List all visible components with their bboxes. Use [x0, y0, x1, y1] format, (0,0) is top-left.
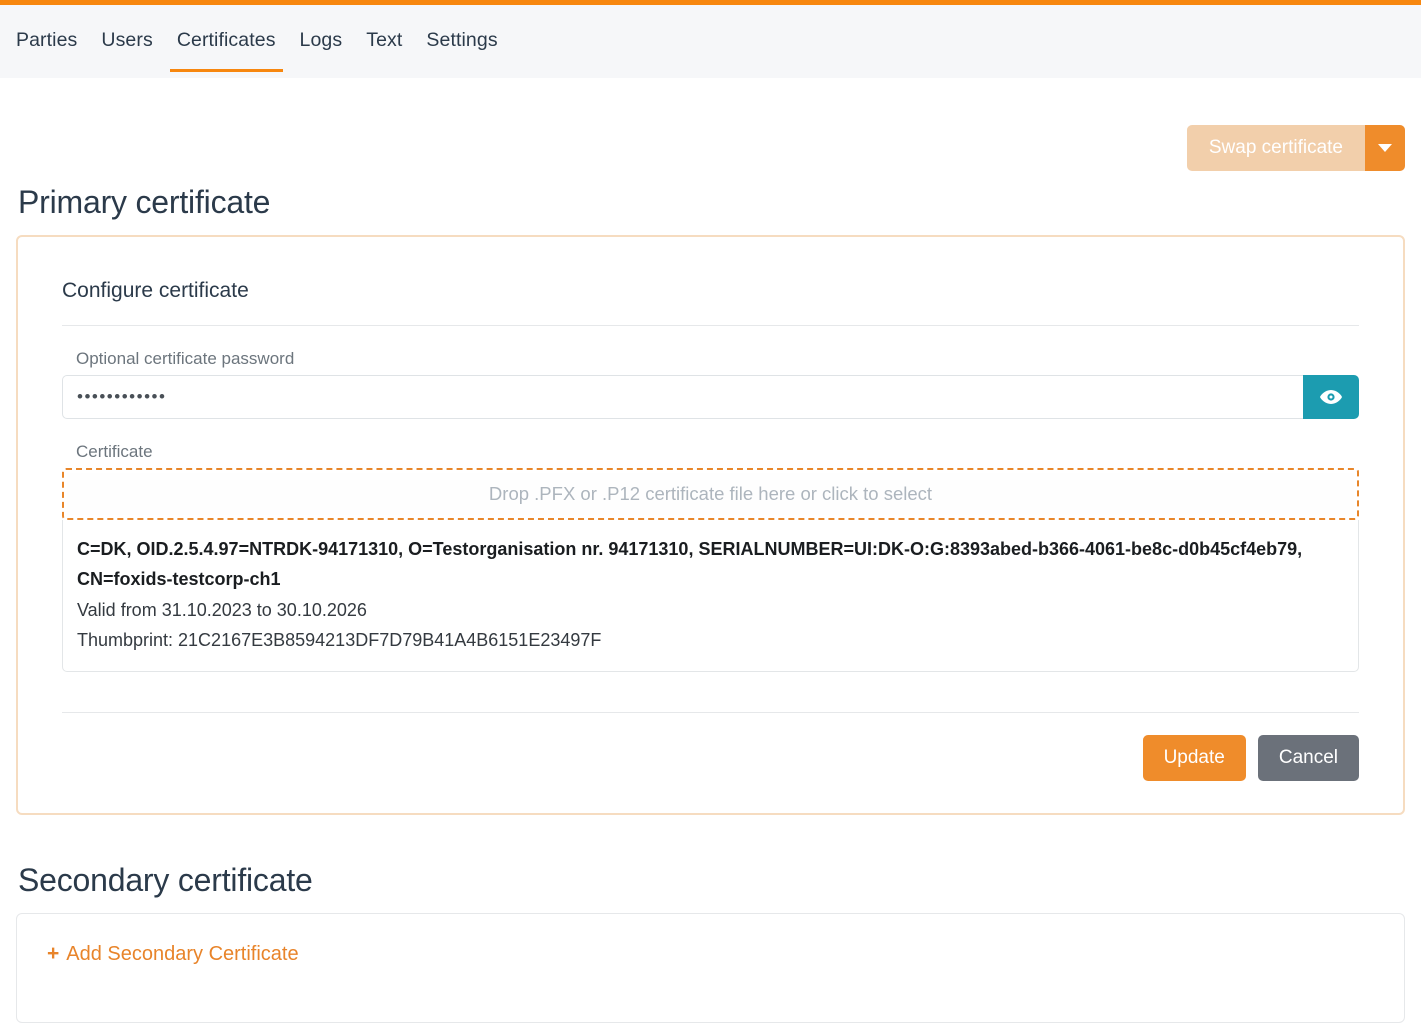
nav-link-text[interactable]: Text: [366, 27, 402, 53]
primary-certificate-card: Configure certificate Optional certifica…: [16, 235, 1405, 815]
nav-link-settings[interactable]: Settings: [426, 27, 497, 53]
nav-item-certificates[interactable]: Certificates: [165, 5, 288, 78]
cancel-button[interactable]: Cancel: [1258, 735, 1359, 781]
toggle-password-visibility-button[interactable]: [1303, 375, 1359, 419]
certificate-thumbprint: Thumbprint: 21C2167E3B8594213DF7D79B41A4…: [77, 625, 1344, 655]
main-navigation: Parties Users Certificates Logs Text Set…: [0, 0, 1421, 78]
nav-list: Parties Users Certificates Logs Text Set…: [0, 5, 510, 78]
nav-item-logs[interactable]: Logs: [288, 5, 355, 78]
nav-link-users[interactable]: Users: [101, 27, 152, 53]
password-label: Optional certificate password: [76, 349, 1359, 369]
chevron-down-icon: [1378, 144, 1392, 152]
certificate-dropzone-inner: Drop .PFX or .P12 certificate file here …: [67, 473, 1354, 515]
swap-certificate-toolbar: Swap certificate: [16, 78, 1405, 171]
swap-certificate-button[interactable]: Swap certificate: [1187, 125, 1365, 171]
divider-top: [62, 325, 1359, 326]
certificate-dropzone-text: Drop .PFX or .P12 certificate file here …: [489, 483, 932, 505]
nav-link-logs[interactable]: Logs: [300, 27, 343, 53]
certificate-info-box: C=DK, OID.2.5.4.97=NTRDK-94171310, O=Tes…: [62, 520, 1359, 672]
nav-item-parties[interactable]: Parties: [4, 5, 89, 78]
certificate-password-input[interactable]: [62, 375, 1303, 419]
configure-certificate-title: Configure certificate: [62, 237, 1359, 303]
plus-icon: +: [47, 943, 59, 964]
nav-item-settings[interactable]: Settings: [414, 5, 509, 78]
certificate-dropzone[interactable]: Drop .PFX or .P12 certificate file here …: [62, 468, 1359, 520]
swap-certificate-button-group: Swap certificate: [1187, 125, 1405, 171]
certificate-validity: Valid from 31.10.2023 to 30.10.2026: [77, 595, 1344, 625]
certificate-subject: C=DK, OID.2.5.4.97=NTRDK-94171310, O=Tes…: [77, 534, 1344, 594]
password-input-group: [62, 375, 1359, 419]
primary-card-actions: Update Cancel: [62, 712, 1359, 781]
nav-link-parties[interactable]: Parties: [16, 27, 77, 53]
secondary-certificate-card: + Add Secondary Certificate: [16, 913, 1405, 1023]
nav-item-users[interactable]: Users: [89, 5, 164, 78]
add-secondary-certificate-label: Add Secondary Certificate: [66, 943, 298, 966]
nav-link-certificates[interactable]: Certificates: [177, 27, 276, 53]
eye-icon: [1319, 385, 1343, 409]
primary-certificate-heading: Primary certificate: [18, 184, 1405, 221]
secondary-certificate-heading: Secondary certificate: [18, 862, 1405, 899]
update-button[interactable]: Update: [1143, 735, 1246, 781]
add-secondary-certificate-link[interactable]: + Add Secondary Certificate: [47, 943, 299, 966]
action-buttons-row: Update Cancel: [62, 713, 1359, 781]
certificate-label: Certificate: [76, 442, 1359, 462]
main-content: Swap certificate Primary certificate Con…: [0, 78, 1421, 1023]
nav-item-text[interactable]: Text: [354, 5, 414, 78]
swap-certificate-dropdown-button[interactable]: [1365, 125, 1405, 171]
